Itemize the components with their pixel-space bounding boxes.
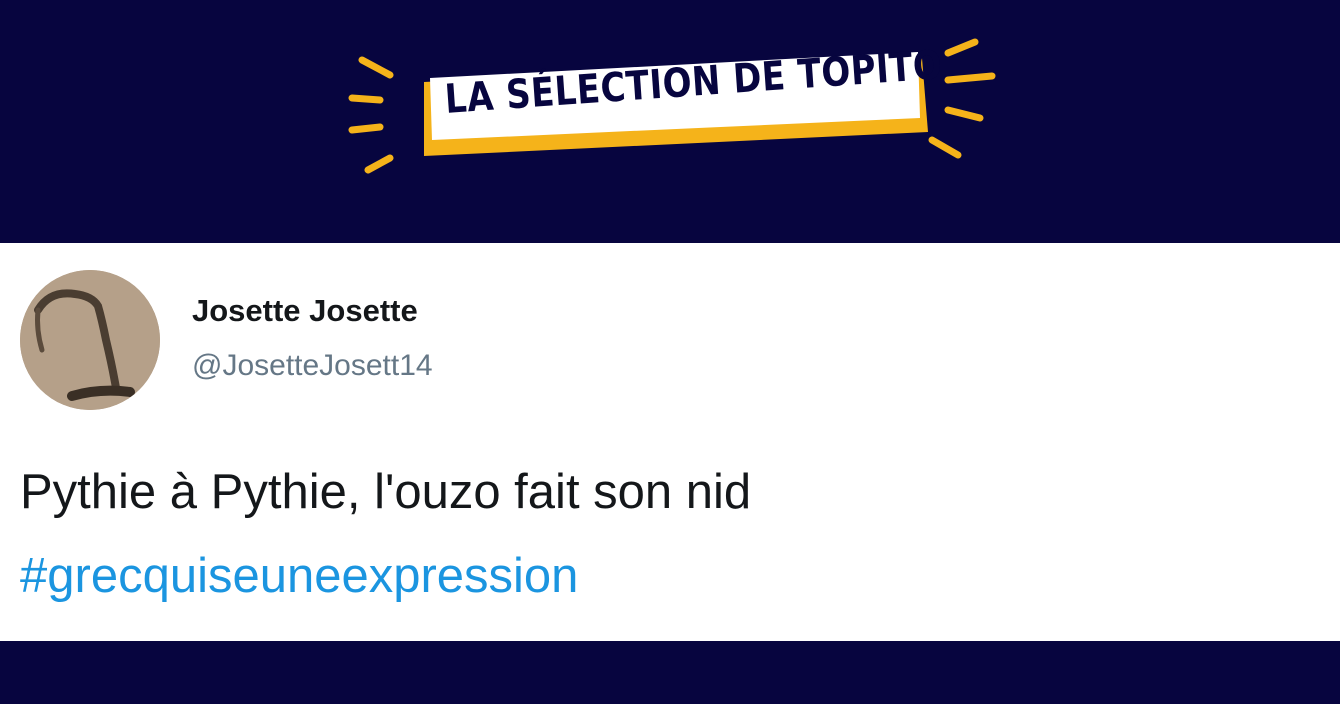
- tweet-card: Josette Josette @JosetteJosett14 Pythie …: [0, 243, 1340, 641]
- avatar[interactable]: [20, 270, 160, 410]
- hashtag-link[interactable]: #grecquiseuneexpression: [20, 545, 578, 609]
- author-handle[interactable]: @JosetteJosett14: [192, 349, 433, 383]
- banner-graphic: [348, 38, 996, 174]
- topito-banner: LA SÉLECTION DE TOPITO: [0, 0, 1340, 243]
- avatar-photo-icon: [20, 270, 160, 410]
- footer-band: [0, 641, 1340, 704]
- tweet-text: Pythie à Pythie, l'ouzo fait son nid: [20, 465, 752, 519]
- burst-lines-left: [348, 56, 394, 174]
- author-name[interactable]: Josette Josette: [192, 293, 418, 329]
